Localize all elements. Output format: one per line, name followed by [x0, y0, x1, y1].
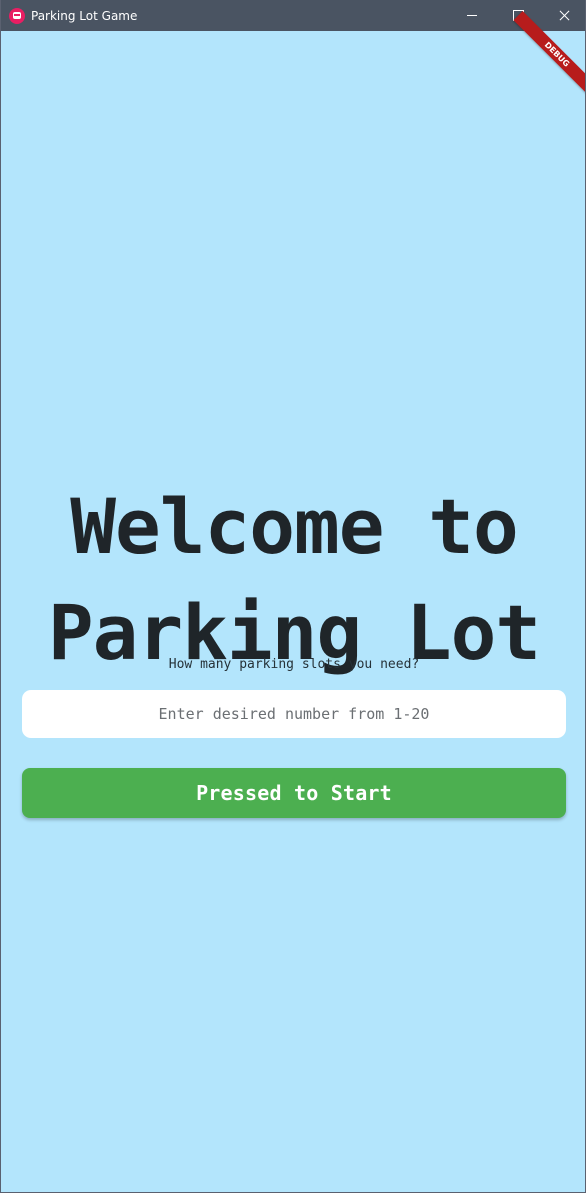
- title-line-welcome: Welcome to: [70, 481, 519, 571]
- window-titlebar[interactable]: Parking Lot Game: [1, 0, 585, 31]
- parking-slots-prompt: How many parking slots you need?: [168, 657, 420, 672]
- page-title: Welcome to Parking Lot: [1, 474, 585, 686]
- parking-slots-input[interactable]: [22, 690, 566, 738]
- app-window: Parking Lot Game DEBUG Welcome to Parkin…: [0, 0, 586, 1193]
- close-icon[interactable]: [541, 0, 585, 31]
- parking-car-icon: [9, 7, 25, 24]
- start-button[interactable]: Pressed to Start: [22, 768, 566, 818]
- window-title: Parking Lot Game: [31, 8, 138, 23]
- main-content: Welcome to Parking Lot How many parking …: [1, 31, 585, 1192]
- minimize-icon[interactable]: [449, 0, 495, 31]
